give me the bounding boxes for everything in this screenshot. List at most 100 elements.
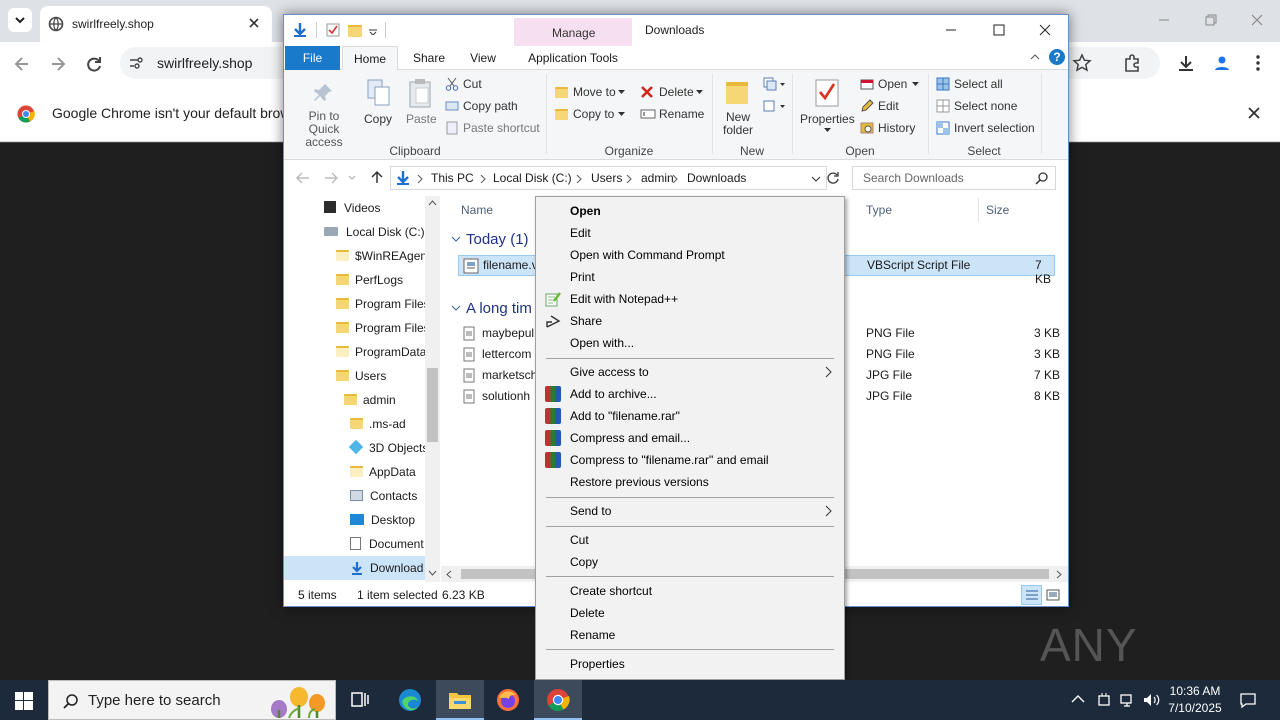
column-header-size[interactable]: Size bbox=[986, 203, 1009, 217]
network-icon[interactable] bbox=[1119, 692, 1135, 708]
nav-item-appdata[interactable]: AppData bbox=[350, 460, 416, 484]
copy-button[interactable]: Copy bbox=[362, 78, 394, 128]
menu-item-send-to[interactable]: Send to bbox=[570, 501, 611, 521]
new-folder-icon[interactable] bbox=[348, 25, 362, 37]
group-header-long-time-ago[interactable]: A long tim bbox=[466, 300, 532, 317]
menu-kebab-icon[interactable] bbox=[1250, 53, 1266, 73]
maximize-icon[interactable] bbox=[992, 23, 1006, 37]
menu-item-print[interactable]: Print bbox=[570, 267, 595, 287]
nav-item-documents[interactable]: Document bbox=[350, 532, 424, 556]
tab-file[interactable]: File bbox=[285, 46, 340, 70]
menu-item-open-with-command-prompt[interactable]: Open with Command Prompt bbox=[570, 245, 725, 265]
customize-dropdown-icon[interactable] bbox=[368, 25, 378, 35]
new-folder-button[interactable]: New folder bbox=[720, 78, 756, 140]
notifications-icon[interactable] bbox=[1239, 691, 1257, 709]
move-to-button[interactable]: Move to bbox=[555, 84, 627, 102]
tab-search-button[interactable] bbox=[8, 8, 32, 32]
copy-to-button[interactable]: Copy to bbox=[555, 106, 627, 124]
menu-item-compress-and-email[interactable]: Compress and email... bbox=[570, 428, 690, 448]
menu-item-cut[interactable]: Cut bbox=[570, 530, 589, 550]
bookmark-star-icon[interactable] bbox=[1072, 53, 1092, 73]
breadcrumb-local-disk[interactable]: Local Disk (C:) bbox=[493, 171, 572, 185]
start-button[interactable] bbox=[0, 680, 48, 720]
pin-to-quick-access-button[interactable]: Pin to Quick access bbox=[290, 80, 356, 149]
column-header-type[interactable]: Type bbox=[866, 203, 892, 217]
nav-item-programdata[interactable]: ProgramData bbox=[336, 340, 426, 364]
menu-item-open-with[interactable]: Open with... bbox=[570, 333, 634, 353]
collapse-ribbon-icon[interactable] bbox=[1029, 52, 1041, 62]
nav-item-winreagent[interactable]: $WinREAgent bbox=[336, 244, 430, 268]
nav-item-downloads[interactable]: Download bbox=[284, 556, 426, 580]
forward-icon[interactable] bbox=[48, 54, 68, 74]
menu-item-properties[interactable]: Properties bbox=[570, 654, 625, 674]
scroll-left-icon[interactable] bbox=[446, 570, 452, 579]
select-all-button[interactable]: Select all bbox=[936, 76, 1046, 94]
open-button[interactable]: Open bbox=[860, 76, 922, 94]
properties-check-icon[interactable] bbox=[326, 23, 340, 37]
back-arrow-icon[interactable] bbox=[296, 172, 310, 184]
menu-item-restore-previous-versions[interactable]: Restore previous versions bbox=[570, 472, 709, 492]
device-icon[interactable] bbox=[1096, 692, 1112, 708]
menu-item-open[interactable]: Open bbox=[570, 201, 601, 221]
menu-item-rename[interactable]: Rename bbox=[570, 625, 615, 645]
cut-button[interactable]: Cut bbox=[445, 76, 545, 94]
menu-item-create-shortcut[interactable]: Create shortcut bbox=[570, 581, 652, 601]
paste-button[interactable]: Paste bbox=[402, 78, 438, 128]
tab-share[interactable]: Share bbox=[404, 46, 454, 70]
scroll-thumb[interactable] bbox=[427, 368, 438, 442]
tab-home[interactable]: Home bbox=[342, 46, 398, 71]
forward-arrow-icon[interactable] bbox=[324, 172, 338, 184]
edit-button[interactable]: Edit bbox=[860, 98, 922, 116]
menu-item-give-access-to[interactable]: Give access to bbox=[570, 362, 649, 382]
menu-item-add-to-filename-rar[interactable]: Add to "filename.rar" bbox=[570, 406, 680, 426]
nav-item-ms-ad[interactable]: .ms-ad bbox=[350, 412, 406, 436]
refresh-icon[interactable] bbox=[826, 171, 840, 185]
scroll-up-icon[interactable] bbox=[428, 200, 437, 206]
tab-application-tools[interactable]: Application Tools bbox=[514, 46, 632, 70]
nav-item-contacts[interactable]: Contacts bbox=[350, 484, 417, 508]
group-header-today[interactable]: Today (1) bbox=[466, 231, 529, 248]
volume-icon[interactable] bbox=[1142, 692, 1160, 708]
task-view-button[interactable] bbox=[336, 680, 384, 720]
download-icon[interactable] bbox=[1176, 53, 1196, 73]
invert-selection-button[interactable]: Invert selection bbox=[936, 120, 1056, 138]
chrome-taskbar-button[interactable] bbox=[534, 680, 582, 720]
menu-item-edit[interactable]: Edit bbox=[570, 223, 591, 243]
paste-shortcut-button[interactable]: Paste shortcut bbox=[445, 120, 545, 138]
edge-taskbar-button[interactable] bbox=[386, 680, 434, 720]
nav-scrollbar[interactable] bbox=[425, 196, 440, 582]
menu-item-copy[interactable]: Copy bbox=[570, 552, 598, 572]
chevron-down-icon[interactable] bbox=[811, 175, 821, 183]
breadcrumb-admin[interactable]: admin bbox=[641, 171, 674, 185]
menu-item-add-to-archive[interactable]: Add to archive... bbox=[570, 384, 657, 404]
copy-path-button[interactable]: Copy path bbox=[445, 98, 545, 116]
browser-tab[interactable]: swirlfreely.shop bbox=[40, 6, 272, 42]
window-restore-button[interactable] bbox=[1203, 12, 1219, 28]
tab-view[interactable]: View bbox=[460, 46, 506, 70]
help-icon[interactable]: ? bbox=[1048, 48, 1066, 66]
site-info-icon[interactable] bbox=[128, 55, 144, 71]
profile-avatar-icon[interactable] bbox=[1212, 53, 1232, 73]
menu-item-compress-to-rar-and-email[interactable]: Compress to "filename.rar" and email bbox=[570, 450, 769, 470]
menu-item-edit-with-notepad-plus-plus[interactable]: Edit with Notepad++ bbox=[570, 289, 678, 309]
nav-item-local-disk[interactable]: Local Disk (C:) bbox=[324, 220, 425, 244]
close-icon[interactable] bbox=[246, 15, 262, 31]
nav-item-program-files-x86[interactable]: Program Files bbox=[336, 316, 430, 340]
clock[interactable]: 10:36 AM 7/10/2025 bbox=[1166, 683, 1224, 717]
new-item-icon[interactable] bbox=[762, 76, 786, 92]
recent-locations-icon[interactable] bbox=[348, 174, 356, 182]
properties-button[interactable]: Properties bbox=[800, 78, 855, 140]
firefox-taskbar-button[interactable] bbox=[484, 680, 532, 720]
show-hidden-icons-icon[interactable] bbox=[1071, 694, 1085, 704]
extensions-icon[interactable] bbox=[1122, 53, 1142, 73]
easy-access-icon[interactable] bbox=[762, 98, 786, 114]
column-header-name[interactable]: Name bbox=[461, 203, 493, 217]
minimize-icon[interactable] bbox=[944, 23, 958, 37]
file-explorer-taskbar-button[interactable] bbox=[436, 680, 484, 720]
nav-item-3d-objects[interactable]: 3D Objects bbox=[348, 436, 428, 460]
scroll-down-icon[interactable] bbox=[428, 570, 437, 576]
nav-item-admin[interactable]: admin bbox=[344, 388, 396, 412]
window-close-button[interactable] bbox=[1249, 12, 1265, 28]
menu-item-delete[interactable]: Delete bbox=[570, 603, 605, 623]
history-button[interactable]: History bbox=[860, 120, 922, 138]
